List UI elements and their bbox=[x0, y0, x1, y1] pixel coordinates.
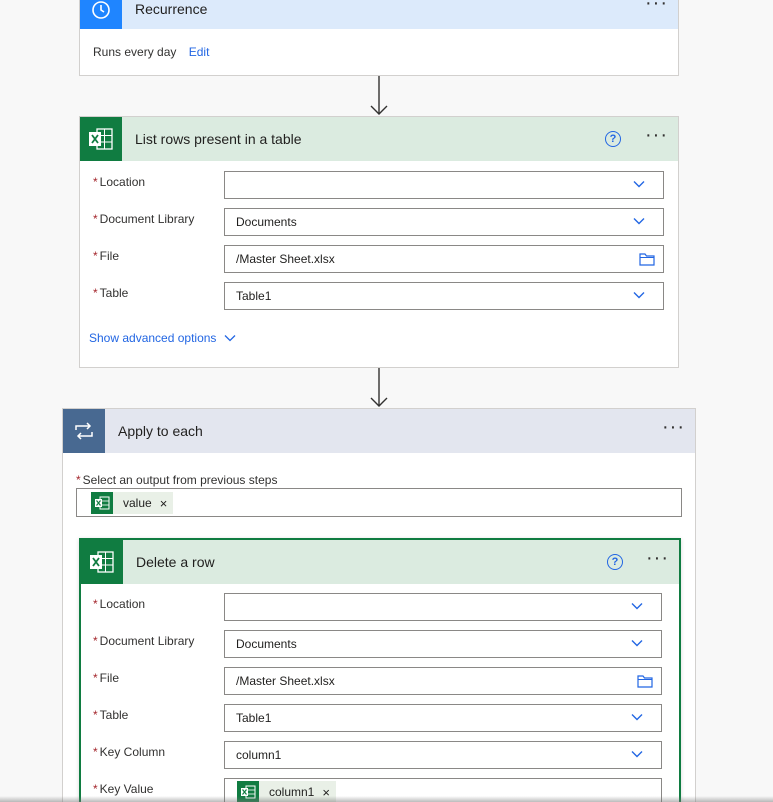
file-picker[interactable]: /Master Sheet.xlsx bbox=[224, 245, 664, 273]
delete-row-title: Delete a row bbox=[136, 554, 215, 570]
chevron-down-icon bbox=[224, 335, 236, 342]
apply-to-each-more-icon[interactable]: ··· bbox=[662, 417, 685, 437]
chevron-down-icon bbox=[631, 714, 643, 721]
list-rows-card[interactable]: List rows present in a table ? ··· * Loca… bbox=[79, 116, 679, 368]
recurrence-header[interactable]: Recurrence ··· bbox=[80, 0, 678, 29]
list-rows-more-icon[interactable]: ··· bbox=[645, 125, 668, 145]
excel-icon bbox=[80, 117, 122, 161]
excel-icon bbox=[91, 492, 113, 514]
file-picker[interactable]: /Master Sheet.xlsx bbox=[224, 667, 662, 695]
location-dropdown[interactable] bbox=[224, 593, 662, 621]
chevron-down-icon bbox=[633, 218, 645, 225]
loop-icon bbox=[63, 409, 105, 453]
folder-icon[interactable] bbox=[637, 674, 653, 688]
location-dropdown[interactable] bbox=[224, 171, 664, 199]
key-column-dropdown[interactable]: column1 bbox=[224, 741, 662, 769]
value-token-label: value bbox=[123, 496, 152, 510]
show-advanced-options-link[interactable]: Show advanced options bbox=[89, 331, 236, 345]
delete-row-card[interactable]: Delete a row ? ··· * Location * Document L… bbox=[79, 538, 681, 802]
chevron-down-icon bbox=[633, 292, 645, 299]
table-label: * Table bbox=[93, 708, 129, 722]
help-icon[interactable]: ? bbox=[605, 131, 621, 147]
document-library-dropdown[interactable]: Documents bbox=[224, 208, 664, 236]
apply-to-each-card[interactable]: Apply to each ··· * Select an output from… bbox=[62, 408, 696, 802]
clock-icon bbox=[80, 0, 122, 29]
flow-arrow-icon bbox=[370, 368, 388, 407]
recurrence-title: Recurrence bbox=[135, 1, 208, 17]
location-label: * Location bbox=[93, 597, 146, 611]
key-column-label: * Key Column bbox=[93, 745, 166, 759]
excel-icon bbox=[81, 540, 123, 584]
recurrence-more-icon[interactable]: ··· bbox=[645, 0, 668, 13]
help-icon[interactable]: ? bbox=[607, 554, 623, 570]
apply-to-each-header[interactable]: Apply to each ··· bbox=[63, 409, 695, 453]
list-rows-header[interactable]: List rows present in a table ? ··· bbox=[80, 117, 678, 161]
bottom-edge-shadow bbox=[0, 796, 773, 802]
document-library-label: * Document Library bbox=[93, 212, 195, 226]
value-token[interactable]: value × bbox=[91, 492, 174, 514]
folder-icon[interactable] bbox=[639, 252, 655, 266]
file-label: * File bbox=[93, 671, 120, 685]
table-dropdown[interactable]: Table1 bbox=[224, 282, 664, 310]
recurrence-card[interactable]: Recurrence ··· Runs every day Edit bbox=[79, 0, 679, 76]
apply-to-each-title: Apply to each bbox=[118, 423, 203, 439]
delete-row-more-icon[interactable]: ··· bbox=[646, 548, 669, 568]
file-label: * File bbox=[93, 249, 120, 263]
list-rows-title: List rows present in a table bbox=[135, 131, 302, 147]
table-label: * Table bbox=[93, 286, 129, 300]
chevron-down-icon bbox=[631, 640, 643, 647]
close-icon[interactable]: × bbox=[160, 496, 168, 511]
location-label: * Location bbox=[93, 175, 146, 189]
delete-row-header[interactable]: Delete a row ? ··· bbox=[81, 540, 679, 584]
select-output-input[interactable]: value × bbox=[76, 488, 682, 517]
chevron-down-icon bbox=[631, 603, 643, 610]
chevron-down-icon bbox=[631, 751, 643, 758]
recurrence-edit-link[interactable]: Edit bbox=[189, 45, 210, 59]
table-dropdown[interactable]: Table1 bbox=[224, 704, 662, 732]
select-output-label: * Select an output from previous steps bbox=[76, 473, 278, 487]
document-library-label: * Document Library bbox=[93, 634, 195, 648]
chevron-down-icon bbox=[633, 181, 645, 188]
key-value-label: * Key Value bbox=[93, 782, 154, 796]
recurrence-summary: Runs every day bbox=[93, 45, 177, 59]
document-library-dropdown[interactable]: Documents bbox=[224, 630, 662, 658]
flow-arrow-icon bbox=[370, 76, 388, 115]
